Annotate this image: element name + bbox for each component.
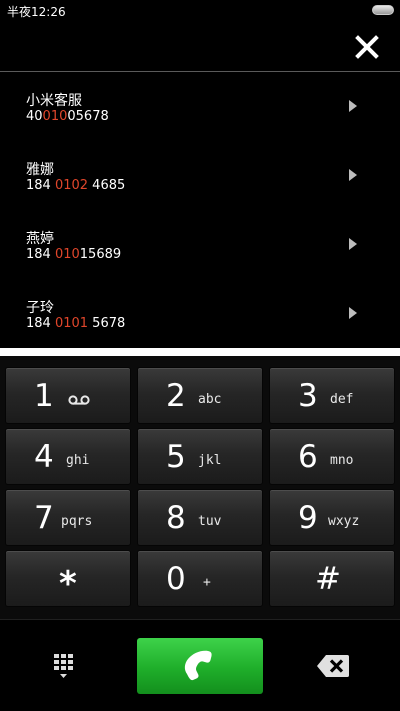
- contact-number: 184 01015689: [26, 247, 122, 262]
- key-digit: 6: [298, 439, 318, 475]
- key-1[interactable]: 1: [5, 367, 131, 424]
- key-digit: 8: [166, 500, 186, 536]
- key-letters: ghi: [66, 453, 90, 468]
- contact-item[interactable]: 燕婷 184 01015689: [0, 210, 400, 278]
- key-8[interactable]: 8 tuv: [137, 489, 263, 546]
- close-button[interactable]: [350, 30, 384, 64]
- key-letters: def: [330, 392, 354, 407]
- key-5[interactable]: 5 jkl: [137, 428, 263, 485]
- contact-number: 184 0102 4685: [26, 178, 126, 193]
- contact-name: 雅娜: [26, 162, 54, 178]
- chevron-right-icon[interactable]: [348, 237, 358, 251]
- key-star[interactable]: *: [5, 550, 131, 607]
- chevron-right-icon[interactable]: [348, 168, 358, 182]
- key-digit: 7: [34, 500, 54, 536]
- contact-item[interactable]: 小米客服 4001005678: [0, 72, 400, 140]
- key-letters: jkl: [198, 453, 222, 468]
- backspace-icon: [317, 655, 349, 677]
- backspace-button[interactable]: [316, 654, 350, 678]
- key-3[interactable]: 3 def: [269, 367, 395, 424]
- key-letters: tuv: [198, 514, 222, 529]
- status-bar: 半夜12:26: [0, 0, 400, 22]
- dialpad-icon: [54, 654, 73, 678]
- key-letters: +: [203, 575, 211, 590]
- dialpad-toggle-button[interactable]: [52, 652, 78, 680]
- key-0[interactable]: 0 +: [137, 550, 263, 607]
- close-icon: [355, 35, 379, 59]
- key-letters: mno: [330, 453, 354, 468]
- key-7[interactable]: 7 pqrs: [5, 489, 131, 546]
- key-digit: 0: [166, 561, 186, 597]
- voicemail-icon: [68, 395, 90, 405]
- key-digit: 9: [298, 500, 318, 536]
- call-button[interactable]: [137, 638, 263, 694]
- contact-item[interactable]: 子玲 184 0101 5678: [0, 279, 400, 347]
- contact-name: 小米客服: [26, 93, 82, 109]
- key-digit: 1: [34, 378, 54, 414]
- contact-name: 子玲: [26, 300, 54, 316]
- key-hash[interactable]: #: [269, 550, 395, 607]
- key-digit: 5: [166, 439, 186, 475]
- key-digit: 2: [166, 378, 186, 414]
- key-2[interactable]: 2 abc: [137, 367, 263, 424]
- contact-number: 4001005678: [26, 109, 109, 124]
- key-letters: abc: [198, 392, 222, 407]
- key-digit: 4: [34, 439, 54, 475]
- key-digit: 3: [298, 378, 318, 414]
- key-6[interactable]: 6 mno: [269, 428, 395, 485]
- phone-icon: [184, 650, 212, 681]
- key-digit: #: [315, 561, 341, 597]
- status-time: 半夜12:26: [7, 5, 66, 19]
- key-4[interactable]: 4 ghi: [5, 428, 131, 485]
- chevron-right-icon[interactable]: [348, 99, 358, 113]
- keypad-separator: [0, 348, 400, 356]
- contact-item[interactable]: 雅娜 184 0102 4685: [0, 141, 400, 209]
- key-digit: *: [59, 564, 77, 604]
- key-9[interactable]: 9 wxyz: [269, 489, 395, 546]
- contact-name: 燕婷: [26, 231, 54, 247]
- contact-suggestion-list: 小米客服 4001005678 雅娜 184 0102 4685 燕婷 184 …: [0, 72, 400, 348]
- battery-icon: [372, 5, 394, 15]
- key-letters: wxyz: [328, 514, 360, 529]
- key-letters: pqrs: [61, 514, 93, 529]
- chevron-right-icon[interactable]: [348, 306, 358, 320]
- contact-number: 184 0101 5678: [26, 316, 126, 331]
